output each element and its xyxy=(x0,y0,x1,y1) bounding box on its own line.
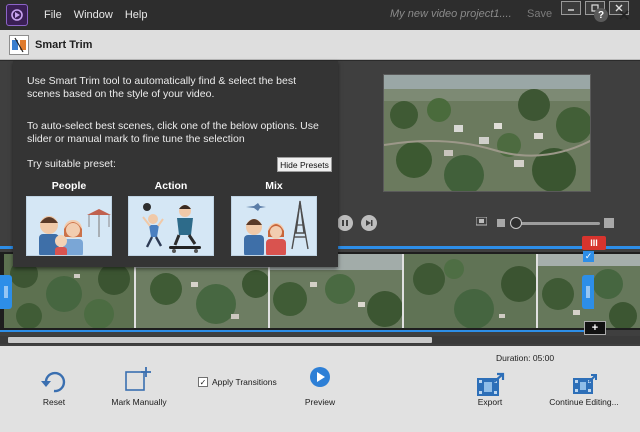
smart-trim-icon xyxy=(9,34,29,55)
dialog-title: Smart Trim xyxy=(35,38,93,51)
try-preset-label: Try suitable preset: xyxy=(27,158,116,170)
preview-button[interactable]: Preview xyxy=(298,397,342,407)
play-pause-button[interactable] xyxy=(337,215,353,231)
project-title: My new video project1.... xyxy=(390,8,512,20)
save-button[interactable]: Save xyxy=(527,8,552,20)
trim-handle-right[interactable] xyxy=(582,275,594,309)
continue-editing-button[interactable]: Continue Editing... xyxy=(546,397,622,407)
zoom-slider-track[interactable] xyxy=(518,222,600,225)
timeline-scrollbar[interactable] xyxy=(0,336,640,344)
zoom-slider-knob[interactable] xyxy=(510,217,522,229)
mark-manually-icon[interactable] xyxy=(124,366,152,395)
preset-action-card[interactable] xyxy=(128,196,214,256)
zoom-max-icon[interactable] xyxy=(604,218,614,228)
mix-icon xyxy=(232,197,316,255)
preset-people-label: People xyxy=(51,180,87,192)
instructions-text: To auto-select best scenes, click one of… xyxy=(27,120,319,145)
minimize-button[interactable] xyxy=(561,1,581,15)
skip-forward-icon xyxy=(366,220,373,226)
preview-play-icon[interactable] xyxy=(309,366,331,391)
skip-button[interactable] xyxy=(361,215,377,231)
menu-file[interactable]: File xyxy=(44,9,62,21)
timeline-scroll-thumb[interactable] xyxy=(8,337,432,343)
pause-icon xyxy=(342,220,348,226)
dialog-header: Smart Trim xyxy=(0,30,640,60)
apply-transitions-row[interactable]: ✓ Apply Transitions xyxy=(198,377,277,387)
playhead-marker[interactable]: III xyxy=(582,236,606,250)
intro-text: Use Smart Trim tool to automatically fin… xyxy=(27,75,297,100)
reset-button[interactable]: Reset xyxy=(34,397,74,407)
hide-presets-button[interactable]: Hide Presets xyxy=(277,157,332,172)
segment-check-icon[interactable]: ✓ xyxy=(583,251,594,262)
menu-window[interactable]: Window xyxy=(74,9,113,21)
zoom-min-icon[interactable] xyxy=(497,219,505,227)
action-icon xyxy=(129,197,213,255)
continue-editing-icon[interactable] xyxy=(572,374,598,399)
menu-help[interactable]: Help xyxy=(125,9,148,21)
duration-readout: Duration: 05:00 xyxy=(496,353,555,363)
apply-transitions-label: Apply Transitions xyxy=(212,377,277,387)
preset-mix-card[interactable] xyxy=(231,196,317,256)
preset-mix-label: Mix xyxy=(265,180,283,192)
dialog-close-icon[interactable] xyxy=(616,7,632,23)
help-icon[interactable]: ? xyxy=(594,8,608,22)
minimize-icon xyxy=(568,9,574,11)
reset-icon[interactable] xyxy=(40,369,68,396)
zoom-out-icon[interactable] xyxy=(475,216,488,227)
add-segment-button[interactable]: + xyxy=(584,321,606,335)
trim-handle-left[interactable] xyxy=(0,275,12,309)
premiere-elements-logo-icon xyxy=(6,4,28,26)
preset-people-card[interactable] xyxy=(26,196,112,256)
export-button[interactable]: Export xyxy=(470,397,510,407)
apply-transitions-checkbox[interactable]: ✓ xyxy=(198,377,208,387)
timeline-frame xyxy=(404,254,538,328)
video-preview xyxy=(383,74,591,192)
preset-action-label: Action xyxy=(154,180,188,192)
timeline-selection-bottom xyxy=(0,330,590,332)
mark-manually-button[interactable]: Mark Manually xyxy=(104,397,174,407)
family-icon xyxy=(27,197,111,255)
